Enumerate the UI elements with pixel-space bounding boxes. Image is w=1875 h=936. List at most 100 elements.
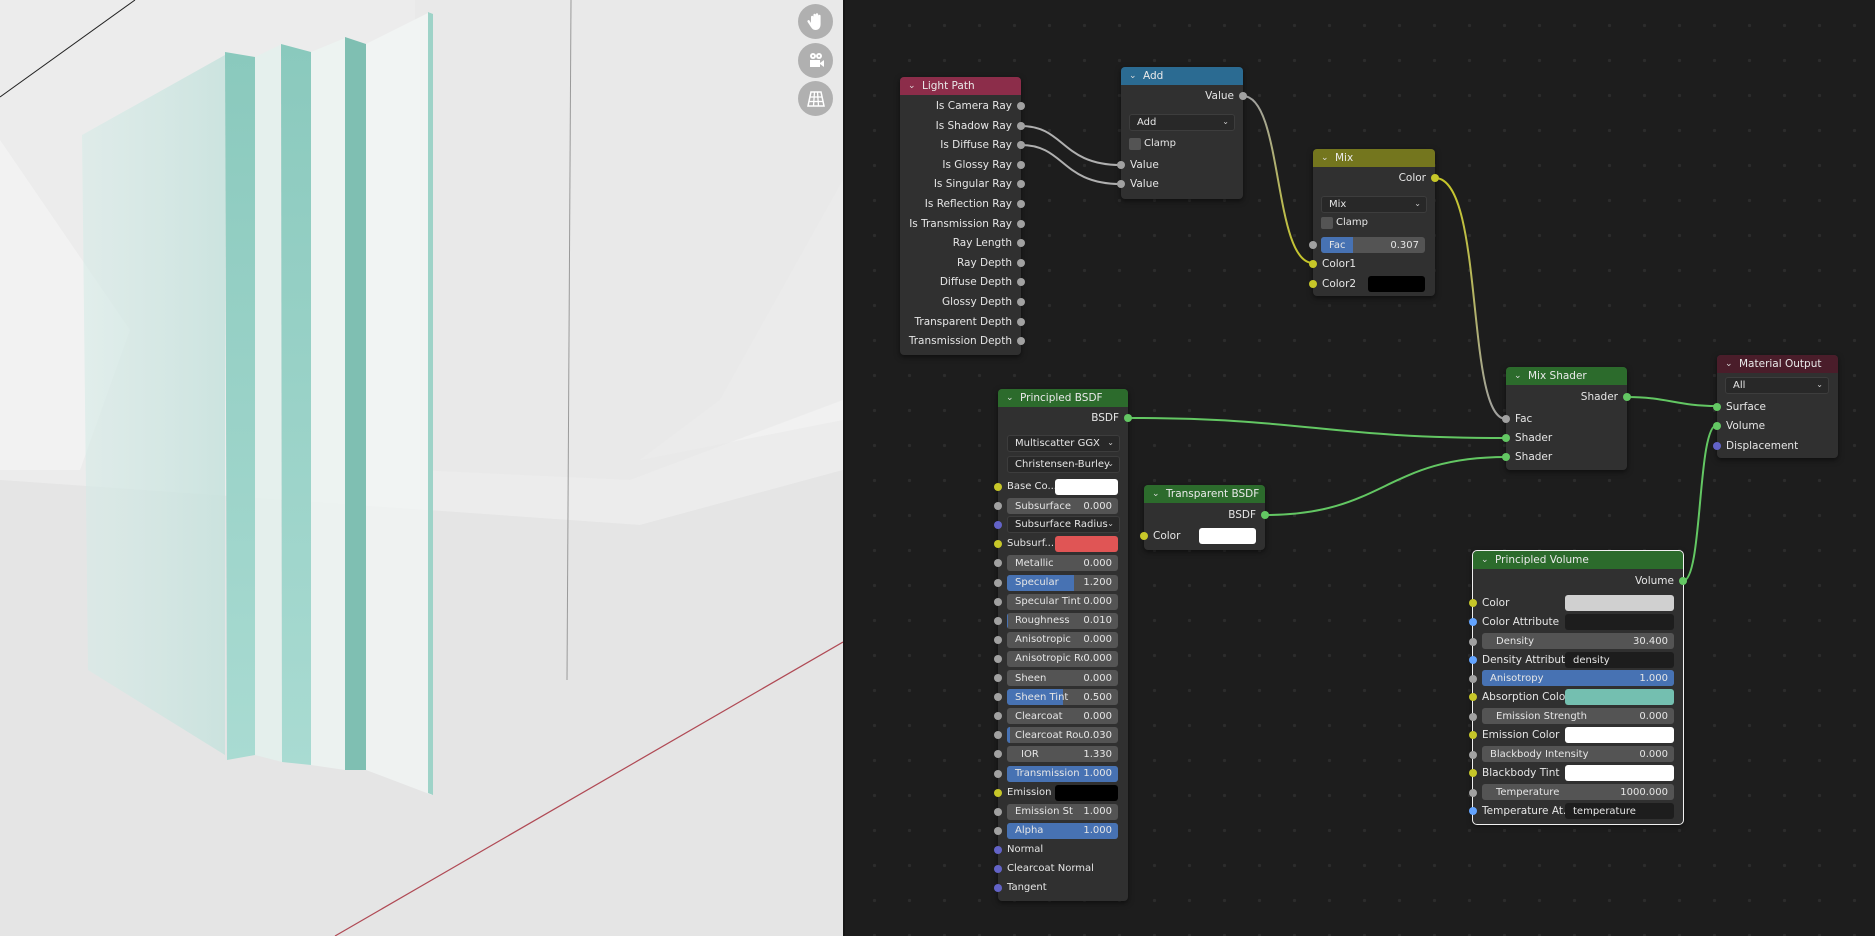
output-socket[interactable] (1261, 511, 1269, 519)
field-emission-st[interactable]: Emission St 1.000 (1007, 803, 1118, 820)
node-header[interactable]: ⌄ Light Path (900, 77, 1021, 95)
input-socket[interactable] (1140, 532, 1148, 540)
input-socket[interactable] (1502, 415, 1510, 423)
toggle-view-button[interactable] (798, 81, 833, 116)
node-principled-bsdf[interactable]: ⌄ Principled BSDF BSDF Multiscatter GGX … (994, 389, 1132, 901)
temperature-field[interactable]: Temperature 1000.000 (1482, 784, 1674, 800)
node-transparent-bsdf[interactable]: ⌄ Transparent BSDF BSDF Color (1140, 485, 1269, 550)
input-socket[interactable] (1502, 434, 1510, 442)
node-header[interactable]: ⌄ Principled BSDF (998, 389, 1128, 407)
emission-strength-field[interactable]: Emission Strength 0.000 (1482, 708, 1674, 724)
input-socket[interactable] (1469, 807, 1477, 815)
node-header[interactable]: ⌄ Material Output (1717, 355, 1838, 373)
node-header[interactable]: ⌄ Transparent BSDF (1144, 485, 1265, 503)
node-editor[interactable]: ⌄ Light Path Is Camera Ray Is Shadow Ray I… (845, 0, 1875, 936)
input-socket[interactable] (1309, 280, 1317, 288)
collapse-chevron-icon[interactable]: ⌄ (1152, 489, 1162, 499)
field-clearcoat[interactable]: Clearcoat 0.000 (1007, 708, 1118, 725)
output-socket[interactable] (1679, 577, 1687, 585)
absorption-color-swatch[interactable] (1565, 689, 1674, 705)
input-socket[interactable] (994, 654, 1002, 663)
camera-view-button[interactable] (798, 43, 833, 78)
input-socket[interactable] (994, 865, 1002, 873)
input-socket[interactable] (994, 731, 1002, 740)
input-socket[interactable] (1469, 769, 1477, 777)
clamp-checkbox[interactable] (1129, 138, 1141, 150)
anisotropy-slider[interactable]: Anisotropy 1.000 (1482, 670, 1674, 686)
input-socket-blackbody-intensity[interactable] (1469, 751, 1477, 759)
input-socket[interactable] (994, 788, 1002, 797)
input-socket[interactable] (994, 693, 1002, 702)
input-socket[interactable] (994, 578, 1002, 587)
3d-viewport[interactable] (0, 0, 843, 936)
blend-dropdown[interactable]: Mix ⌄ (1321, 196, 1427, 213)
blackbody-intensity-field[interactable]: Blackbody Intensity 0.000 (1482, 746, 1674, 762)
density-field[interactable]: Density 30.400 (1482, 633, 1674, 649)
input-socket[interactable] (1309, 260, 1317, 268)
input-socket[interactable] (994, 712, 1002, 721)
output-socket[interactable] (1017, 258, 1025, 267)
collapse-chevron-icon[interactable]: ⌄ (1725, 359, 1735, 369)
output-socket[interactable] (1017, 337, 1025, 346)
clamp-checkbox[interactable] (1321, 217, 1333, 229)
input-socket-fac[interactable] (1309, 241, 1317, 249)
node-add[interactable]: ⌄ Add Value Add ⌄ Clamp Value Value (1117, 67, 1247, 199)
collapse-chevron-icon[interactable]: ⌄ (1481, 555, 1491, 565)
field-specular-tint[interactable]: Specular Tint 0.000 (1007, 593, 1118, 610)
node-principled-volume[interactable]: ⌄ Principled Volume Volume Color Color A… (1469, 550, 1687, 825)
collapse-chevron-icon[interactable]: ⌄ (1321, 153, 1331, 163)
node-mix-shader[interactable]: ⌄ Mix Shader Shader Fac Shader Shader (1502, 367, 1631, 470)
output-socket[interactable] (1017, 121, 1025, 130)
fac-slider[interactable]: Fac 0.307 (1321, 237, 1425, 253)
input-socket[interactable] (994, 826, 1002, 835)
node-header[interactable]: ⌄ Principled Volume (1473, 551, 1683, 569)
collapse-chevron-icon[interactable]: ⌄ (1514, 371, 1524, 381)
input-socket[interactable] (1713, 403, 1721, 411)
input-socket[interactable] (994, 884, 1002, 893)
input-socket[interactable] (994, 750, 1002, 759)
input-socket[interactable] (1502, 453, 1510, 461)
input-socket[interactable] (994, 769, 1002, 778)
field-sheen-tint[interactable]: Sheen Tint 0.500 (1007, 689, 1118, 706)
subsurface-color-swatch[interactable] (1055, 536, 1118, 553)
field-clearcoat-rou[interactable]: Clearcoat Rou 0.030 (1007, 727, 1118, 744)
input-socket[interactable] (1469, 693, 1477, 701)
input-socket-density[interactable] (1469, 638, 1477, 646)
field-transmission[interactable]: Transmission 1.000 (1007, 765, 1118, 782)
collapse-chevron-icon[interactable]: ⌄ (908, 81, 918, 91)
field-subsurface[interactable]: Subsurface 0.000 (1007, 498, 1118, 515)
subsurface-method-dropdown[interactable]: Christensen-Burley ⌄ (1007, 456, 1120, 473)
input-socket[interactable] (1117, 180, 1125, 188)
input-socket-temperature[interactable] (1469, 789, 1477, 797)
emission-color-swatch[interactable] (1055, 784, 1118, 801)
operation-dropdown[interactable]: Add ⌄ (1129, 114, 1235, 131)
pan-view-button[interactable] (798, 4, 833, 39)
output-socket[interactable] (1017, 298, 1025, 306)
node-mix[interactable]: ⌄ Mix Color Mix ⌄ Clamp Fac 0.307 Color1… (1309, 149, 1439, 296)
output-socket[interactable] (1017, 141, 1025, 150)
input-socket[interactable] (994, 597, 1002, 606)
field-ior[interactable]: IOR 1.330 (1007, 746, 1118, 763)
output-socket[interactable] (1124, 414, 1132, 422)
color2-swatch[interactable] (1368, 276, 1425, 292)
base-color-swatch[interactable] (1055, 479, 1118, 495)
field-roughness[interactable]: Roughness 0.010 (1007, 612, 1118, 629)
input-socket[interactable] (994, 674, 1002, 682)
input-socket[interactable] (994, 540, 1002, 549)
input-socket[interactable] (1117, 161, 1125, 169)
input-socket[interactable] (994, 635, 1002, 644)
field-anisotropic[interactable]: Anisotropic 0.000 (1007, 631, 1118, 648)
input-socket[interactable] (994, 483, 1002, 491)
input-socket[interactable] (1713, 422, 1721, 430)
output-socket[interactable] (1017, 317, 1025, 326)
input-socket[interactable] (1469, 599, 1477, 607)
node-light-path[interactable]: ⌄ Light Path Is Camera Ray Is Shadow Ray I… (900, 77, 1025, 355)
collapse-chevron-icon[interactable]: ⌄ (1006, 393, 1016, 403)
output-socket[interactable] (1017, 239, 1025, 248)
input-socket[interactable] (994, 845, 1002, 854)
color-attribute-field[interactable] (1565, 614, 1674, 630)
collapse-chevron-icon[interactable]: ⌄ (1129, 71, 1139, 81)
input-socket[interactable] (994, 521, 1002, 530)
input-socket[interactable] (1713, 442, 1721, 450)
temperature-attribute-field[interactable]: temperature (1565, 803, 1674, 819)
